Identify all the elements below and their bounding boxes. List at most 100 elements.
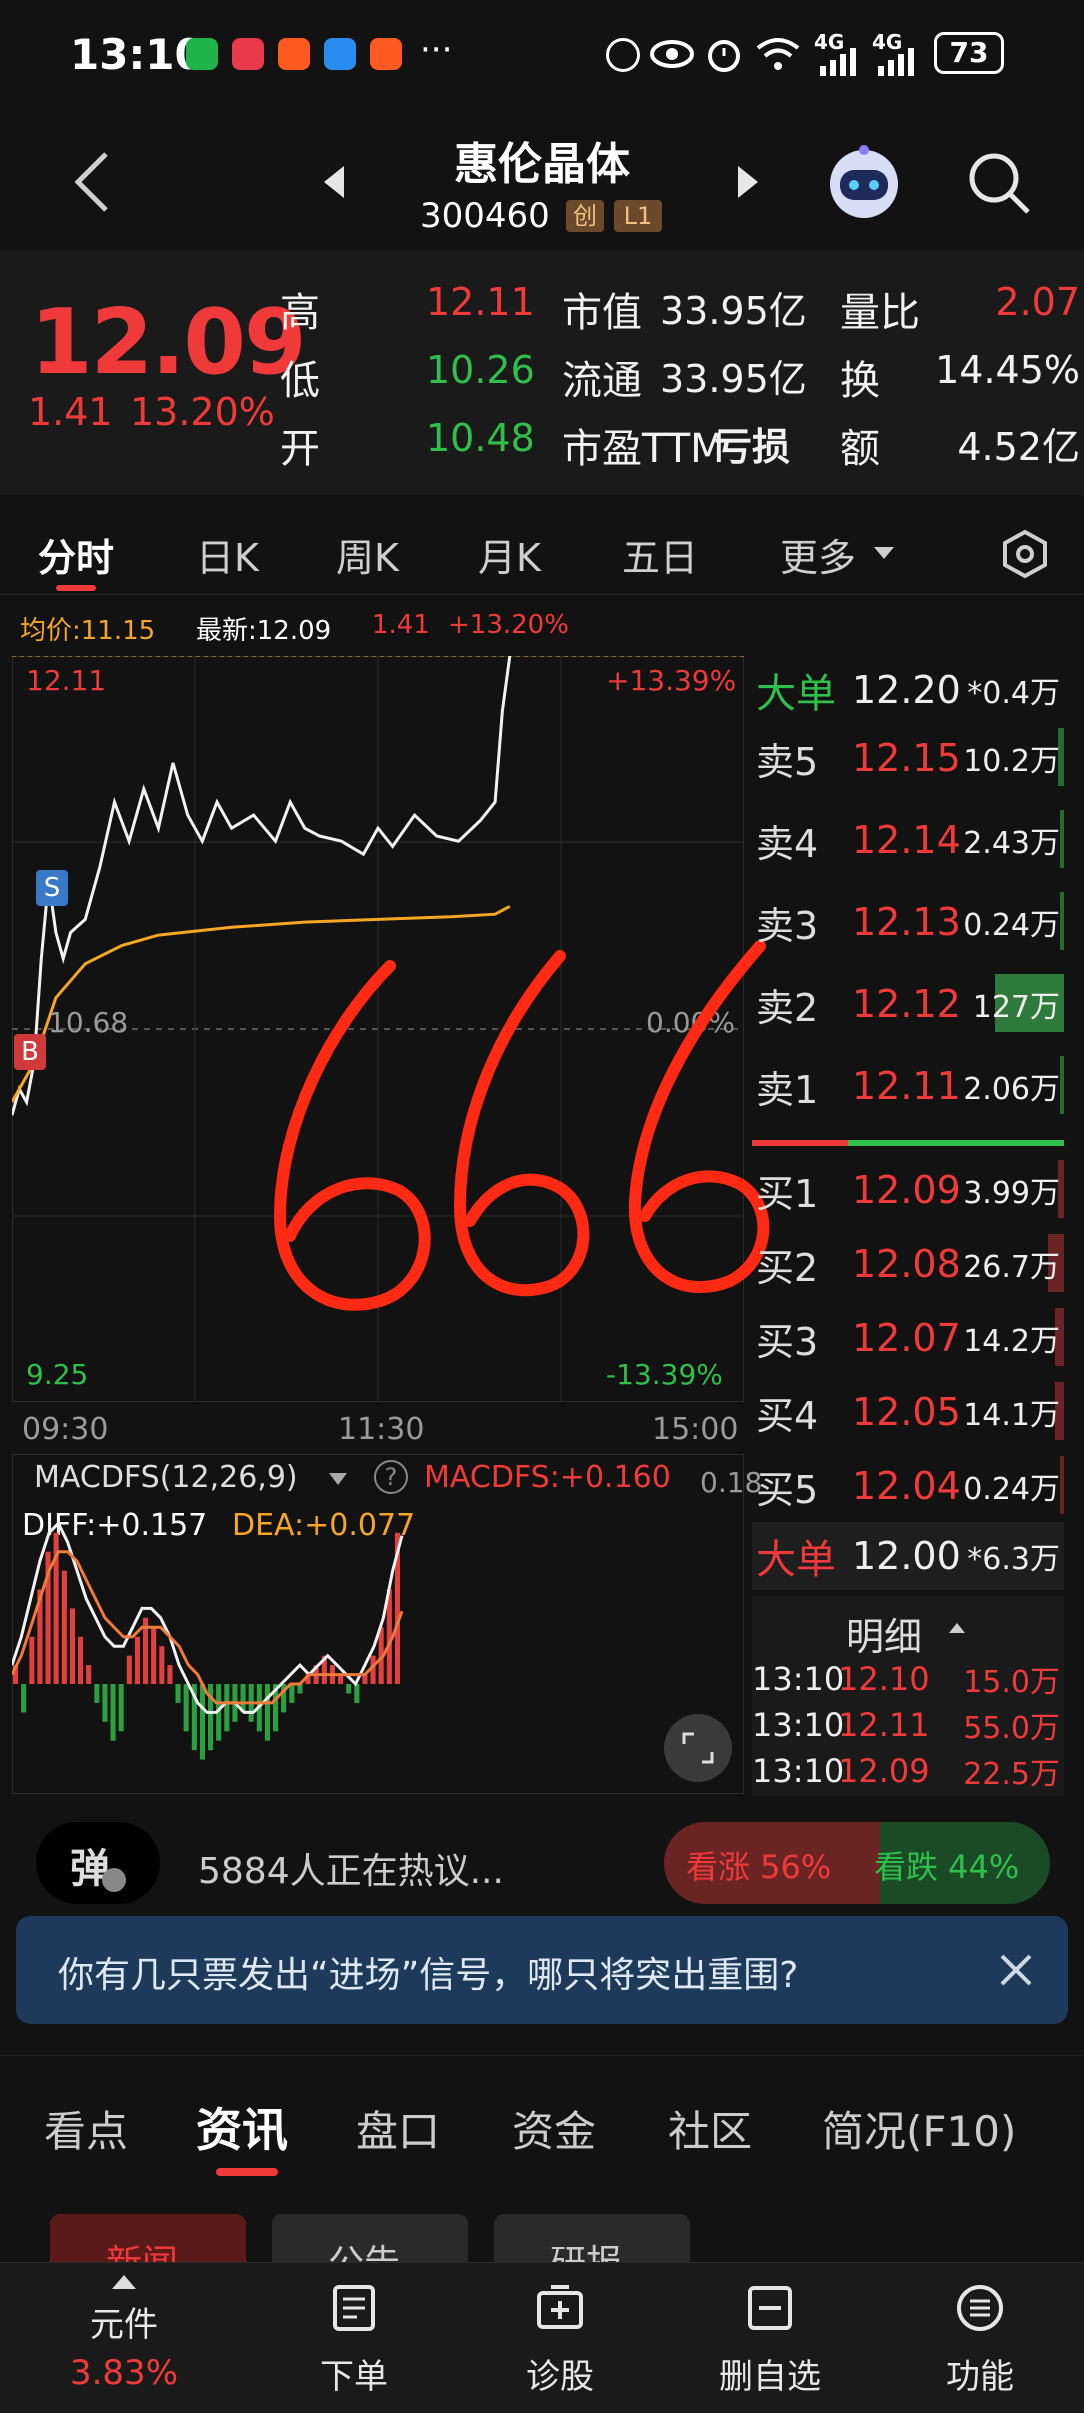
- macd-bar: [102, 1684, 108, 1722]
- ask-1-label: 卖1: [756, 1067, 819, 1112]
- tab-daily-k[interactable]: 日K: [196, 527, 259, 582]
- trade-detail-panel[interactable]: 明细 13:10 12.10 15.0万 13:10 12.11 55.0万 13:10 12…: [752, 1596, 1064, 1796]
- remove-watchlist-button[interactable]: 删自选: [662, 2263, 878, 2413]
- price-change-pct: 13.20%: [130, 390, 275, 434]
- content-tab-indicator: [216, 2168, 278, 2176]
- chart-settings-icon[interactable]: [1000, 529, 1050, 579]
- subtab-announcements[interactable]: 公告: [272, 2214, 468, 2262]
- discussion-count[interactable]: 5884人正在热议...: [198, 1842, 504, 1894]
- macd-bar: [167, 1665, 173, 1684]
- diagnose-button[interactable]: 诊股: [452, 2263, 668, 2413]
- tab-community[interactable]: 社区: [668, 2098, 752, 2159]
- ask-5-row[interactable]: 卖5 12.15 10.2万: [752, 724, 1064, 792]
- big-sell-price: 12.20: [852, 668, 961, 712]
- bid-3-row[interactable]: 买3 12.07 14.2万: [752, 1304, 1064, 1372]
- send-app-icon: [370, 38, 402, 70]
- tab-monthly-k[interactable]: 月K: [478, 527, 541, 582]
- trade-detail-row: 13:10 12.11 55.0万: [752, 1704, 1064, 1746]
- close-icon[interactable]: [998, 1952, 1034, 1988]
- subtab-research[interactable]: 研报: [494, 2214, 690, 2262]
- functions-button[interactable]: 功能: [872, 2263, 1084, 2413]
- bid-5-label: 买5: [756, 1467, 819, 1512]
- bid-2-label: 买2: [756, 1245, 819, 1290]
- wifi-icon: [756, 38, 800, 70]
- sentiment-vote[interactable]: 看涨 56% 看跌 44%: [664, 1822, 1050, 1904]
- taobao-icon: [278, 38, 310, 70]
- chart-area: 均价:11.15 最新:12.09 1.41 +13.20% 12.11 +13…: [0, 596, 1084, 1816]
- tab-more[interactable]: 更多: [780, 527, 856, 582]
- market-cap-value: 33.95亿: [660, 289, 807, 333]
- trade-detail-row: 13:10 12.09 22.5万: [752, 1750, 1064, 1792]
- promo-banner[interactable]: 你有几只票发出“进场”信号，哪只将突出重围?: [16, 1916, 1068, 2024]
- widget-button[interactable]: 元件 3.83%: [16, 2263, 232, 2413]
- tab-f10[interactable]: 简况(F10): [822, 2098, 1016, 2159]
- board-badge: 创: [566, 200, 604, 232]
- ask-4-price: 12.14: [852, 818, 961, 862]
- vote-up-label: 看涨 56%: [686, 1848, 832, 1886]
- robot-assistant-icon[interactable]: [826, 144, 902, 220]
- fullscreen-button[interactable]: [664, 1714, 732, 1782]
- ask-5-volume: 10.2万: [963, 744, 1060, 779]
- trade-detail-price: 12.11: [838, 1706, 930, 1744]
- ask-1-price: 12.11: [852, 1064, 961, 1108]
- tab-five-day[interactable]: 五日: [622, 527, 698, 582]
- tab-highlights[interactable]: 看点: [44, 2098, 128, 2159]
- high-value: 12.11: [426, 280, 535, 324]
- bid-4-row[interactable]: 买4 12.05 14.1万: [752, 1378, 1064, 1446]
- latest-change-label: 1.41: [372, 610, 430, 640]
- tab-news[interactable]: 资讯: [196, 2094, 288, 2160]
- trade-detail-price: 12.09: [838, 1752, 930, 1790]
- time-axis-start: 09:30: [22, 1412, 109, 1447]
- ask-2-row[interactable]: 卖2 12.12 127万: [752, 970, 1064, 1038]
- bid-2-row[interactable]: 买2 12.08 26.7万: [752, 1230, 1064, 1298]
- bid-2-volume: 26.7万: [963, 1250, 1060, 1285]
- cloud-app-icon: [324, 38, 356, 70]
- next-stock-icon[interactable]: [736, 164, 760, 200]
- buy-signal-marker[interactable]: B: [14, 1034, 46, 1070]
- ask-4-row[interactable]: 卖4 12.14 2.43万: [752, 806, 1064, 874]
- macd-bar: [78, 1636, 84, 1685]
- macd-bar: [224, 1684, 230, 1732]
- sell-signal-marker[interactable]: S: [36, 870, 68, 906]
- macd-bar: [86, 1665, 92, 1684]
- tab-intraday[interactable]: 分时: [38, 527, 114, 582]
- chart-period-tabs: 分时 日K 周K 月K 五日 更多: [0, 505, 1084, 595]
- trade-detail-time: 13:10: [752, 1660, 845, 1698]
- bid-1-row[interactable]: 买1 12.09 3.99万: [752, 1156, 1064, 1224]
- turnover-value: 14.45%: [935, 348, 1080, 392]
- ask-3-row[interactable]: 卖3 12.13 0.24万: [752, 888, 1064, 956]
- big-sell-volume: *0.4万: [967, 676, 1060, 711]
- macd-bar: [264, 1684, 270, 1741]
- bid-1-price: 12.09: [852, 1168, 961, 1212]
- alarm-icon: [708, 40, 740, 72]
- macd-bar: [151, 1627, 157, 1684]
- subtab-research-label: 研报: [550, 2234, 622, 2262]
- tab-weekly-k[interactable]: 周K: [336, 527, 399, 582]
- tab-capital[interactable]: 资金: [512, 2098, 596, 2159]
- ask-3-label: 卖3: [756, 903, 819, 948]
- order-button[interactable]: 下单: [246, 2263, 462, 2413]
- ask-1-row[interactable]: 卖1 12.11 2.06万: [752, 1052, 1064, 1120]
- macd-bar: [183, 1684, 189, 1732]
- ask-2-label: 卖2: [756, 985, 819, 1030]
- open-value: 10.48: [426, 416, 535, 460]
- bid-5-row[interactable]: 买5 12.04 0.24万: [752, 1452, 1064, 1520]
- danmu-toggle[interactable]: 弹: [36, 1822, 160, 1904]
- macd-bar: [134, 1636, 140, 1685]
- macd-bar: [118, 1684, 124, 1732]
- bid-2-price: 12.08: [852, 1242, 961, 1286]
- spread-bar-ask: [752, 1140, 848, 1146]
- subtab-news[interactable]: 新闻: [50, 2214, 246, 2262]
- tab-handicap[interactable]: 盘口: [356, 2098, 440, 2159]
- macd-bar: [94, 1684, 100, 1703]
- low-value: 10.26: [426, 348, 535, 392]
- widget-value: 3.83%: [69, 2353, 178, 2393]
- bottom-action-bar: 元件 3.83% 下单 诊股 删自选 功能: [0, 2262, 1084, 2412]
- pct-axis-top: +13.39%: [606, 664, 737, 697]
- pe-label: 市盈TTM: [562, 426, 725, 472]
- search-icon[interactable]: [966, 150, 1032, 216]
- detail-expand-icon: [949, 1623, 965, 1633]
- macd-chart[interactable]: [12, 1454, 744, 1794]
- vote-down-label: 看跌 44%: [874, 1848, 1020, 1886]
- macd-bar: [346, 1684, 352, 1694]
